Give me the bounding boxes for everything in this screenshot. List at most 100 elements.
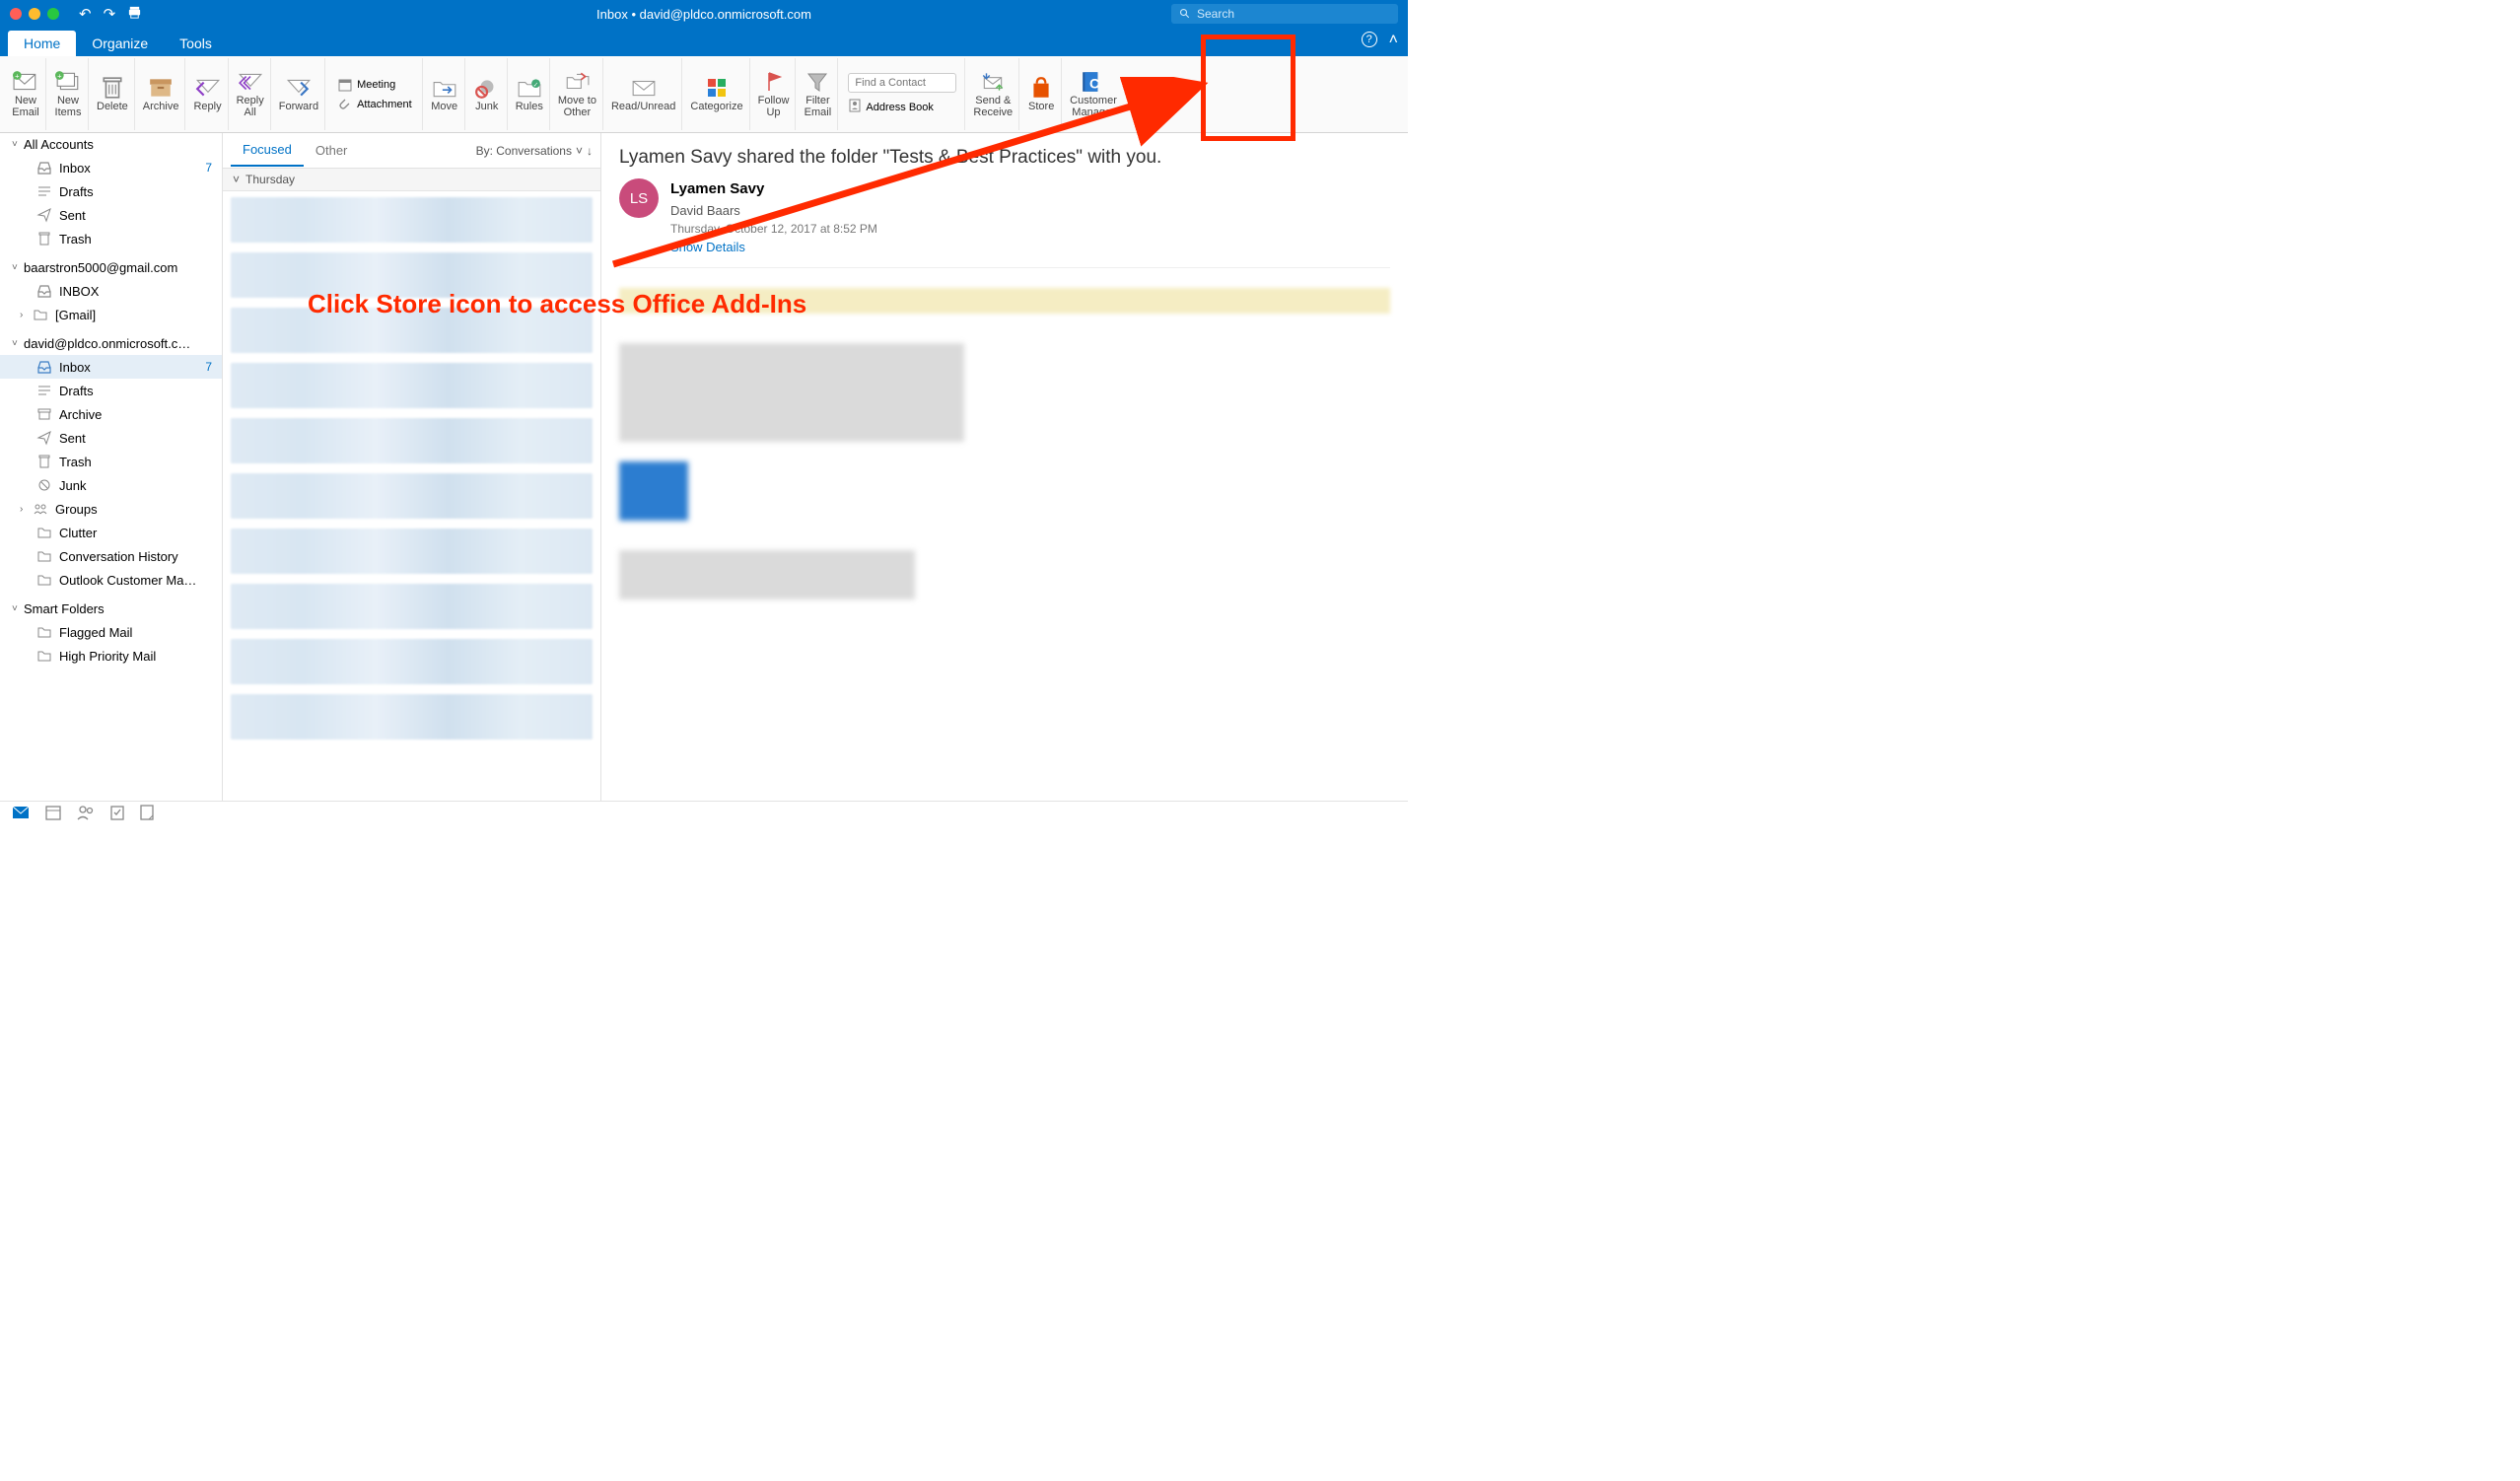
message-item[interactable] bbox=[231, 529, 593, 574]
tasks-nav-icon[interactable] bbox=[110, 805, 124, 825]
sort-dropdown[interactable]: By: Conversations ˅ ↓ bbox=[476, 144, 593, 158]
message-item[interactable] bbox=[231, 473, 593, 519]
search-box[interactable]: Search bbox=[1171, 4, 1398, 24]
tab-home[interactable]: Home bbox=[8, 31, 76, 56]
send-receive-button[interactable]: Send & Receive bbox=[967, 58, 1019, 130]
show-details-link[interactable]: Show Details bbox=[670, 238, 877, 257]
notes-nav-icon[interactable] bbox=[140, 805, 154, 825]
svg-text:✓: ✓ bbox=[533, 82, 538, 89]
customer-manager-button[interactable]: C Customer Manager bbox=[1064, 58, 1123, 130]
new-items-button[interactable]: + New Items bbox=[48, 58, 89, 130]
message-item[interactable] bbox=[231, 252, 593, 298]
sidebar-flagged-mail[interactable]: Flagged Mail bbox=[0, 620, 222, 644]
message-item[interactable] bbox=[231, 584, 593, 629]
date-group-header[interactable]: ˅Thursday bbox=[223, 169, 600, 191]
email-body bbox=[619, 288, 1390, 599]
sidebar-gmail-inbox[interactable]: INBOX bbox=[0, 279, 222, 303]
close-window-button[interactable] bbox=[10, 8, 22, 20]
sender-avatar[interactable]: LS bbox=[619, 178, 659, 218]
junk-sm-icon bbox=[35, 477, 53, 493]
undo-icon[interactable]: ↶ bbox=[79, 5, 92, 24]
delete-button[interactable]: Delete bbox=[91, 58, 135, 130]
sidebar-inbox[interactable]: Inbox7 bbox=[0, 156, 222, 179]
attachment-button[interactable]: Attachment bbox=[333, 95, 416, 114]
envelope-new-icon: + bbox=[12, 70, 39, 94]
archive-sm-icon bbox=[35, 406, 53, 422]
flag-icon bbox=[760, 70, 788, 94]
sidebar-pldco-inbox[interactable]: Inbox7 bbox=[0, 355, 222, 379]
forward-button[interactable]: Forward bbox=[273, 58, 325, 130]
other-tab[interactable]: Other bbox=[304, 135, 360, 166]
svg-text:+: + bbox=[15, 72, 20, 81]
paperclip-icon bbox=[337, 97, 353, 112]
sidebar-all-accounts[interactable]: ˅All Accounts bbox=[0, 133, 222, 156]
message-item[interactable] bbox=[231, 308, 593, 353]
new-email-button[interactable]: + New Email bbox=[6, 58, 46, 130]
sidebar-drafts[interactable]: Drafts bbox=[0, 179, 222, 203]
sidebar-pldco-groups[interactable]: ›Groups bbox=[0, 497, 222, 521]
filter-email-button[interactable]: Filter Email bbox=[798, 58, 838, 130]
meeting-attachment-group: Meeting Attachment bbox=[327, 58, 423, 130]
minimize-window-button[interactable] bbox=[29, 8, 40, 20]
message-item[interactable] bbox=[231, 694, 593, 740]
tab-organize[interactable]: Organize bbox=[76, 31, 164, 56]
address-book-button[interactable]: Address Book bbox=[848, 99, 956, 115]
focused-tab[interactable]: Focused bbox=[231, 134, 304, 167]
email-date: Thursday, October 12, 2017 at 8:52 PM bbox=[670, 220, 877, 238]
sidebar-pldco-archive[interactable]: Archive bbox=[0, 402, 222, 426]
drafts-icon bbox=[35, 383, 53, 398]
sidebar-pldco-ocm[interactable]: Outlook Customer Ma… bbox=[0, 568, 222, 592]
help-icon[interactable]: ? bbox=[1362, 32, 1377, 47]
message-item[interactable] bbox=[231, 363, 593, 408]
collapse-ribbon-icon[interactable]: ˄ bbox=[1389, 32, 1398, 49]
move-to-other-button[interactable]: Move to Other bbox=[552, 58, 603, 130]
sidebar-high-priority[interactable]: High Priority Mail bbox=[0, 644, 222, 668]
store-button[interactable]: Store bbox=[1021, 58, 1062, 130]
message-item[interactable] bbox=[231, 197, 593, 243]
trash-sm-icon bbox=[35, 231, 53, 247]
calendar-nav-icon[interactable] bbox=[45, 805, 61, 825]
follow-up-button[interactable]: Follow Up bbox=[752, 58, 797, 130]
sidebar-pldco-clutter[interactable]: Clutter bbox=[0, 521, 222, 544]
folder-icon bbox=[35, 572, 53, 588]
message-item[interactable] bbox=[231, 639, 593, 684]
read-unread-button[interactable]: Read/Unread bbox=[605, 58, 682, 130]
junk-icon bbox=[473, 76, 501, 100]
reply-all-button[interactable]: Reply All bbox=[231, 58, 271, 130]
sent-icon bbox=[35, 207, 53, 223]
people-nav-icon[interactable] bbox=[77, 805, 95, 825]
sidebar-pldco-conv-history[interactable]: Conversation History bbox=[0, 544, 222, 568]
sidebar-account-gmail[interactable]: ˅baarstron5000@gmail.com bbox=[0, 256, 222, 279]
sidebar-account-pldco[interactable]: ˅david@pldco.onmicrosoft.c… bbox=[0, 332, 222, 355]
rules-button[interactable]: ✓ Rules bbox=[510, 58, 550, 130]
sidebar-trash[interactable]: Trash bbox=[0, 227, 222, 250]
inbox-icon bbox=[35, 359, 53, 375]
sidebar-smart-folders[interactable]: ˅Smart Folders bbox=[0, 598, 222, 620]
sort-direction-icon: ↓ bbox=[587, 144, 593, 158]
sidebar-pldco-sent[interactable]: Sent bbox=[0, 426, 222, 450]
find-contact-input[interactable] bbox=[848, 73, 956, 93]
tab-tools[interactable]: Tools bbox=[164, 31, 228, 56]
search-icon bbox=[1179, 8, 1191, 20]
move-button[interactable]: Move bbox=[425, 58, 465, 130]
mail-nav-icon[interactable] bbox=[12, 806, 30, 824]
message-item[interactable] bbox=[231, 418, 593, 463]
zoom-window-button[interactable] bbox=[47, 8, 59, 20]
sidebar-pldco-drafts[interactable]: Drafts bbox=[0, 379, 222, 402]
search-placeholder: Search bbox=[1197, 7, 1234, 21]
archive-button[interactable]: Archive bbox=[137, 58, 186, 130]
sidebar-pldco-junk[interactable]: Junk bbox=[0, 473, 222, 497]
sidebar-sent[interactable]: Sent bbox=[0, 203, 222, 227]
nav-bar bbox=[0, 801, 1408, 828]
junk-button[interactable]: Junk bbox=[467, 58, 508, 130]
meeting-button[interactable]: Meeting bbox=[333, 75, 416, 95]
folder-icon bbox=[35, 648, 53, 664]
reply-button[interactable]: Reply bbox=[187, 58, 228, 130]
sidebar-pldco-trash[interactable]: Trash bbox=[0, 450, 222, 473]
print-icon[interactable] bbox=[127, 5, 142, 24]
categorize-button[interactable]: Categorize bbox=[684, 58, 749, 130]
chevron-down-icon: ˅ bbox=[576, 144, 583, 158]
recipient-name: David Baars bbox=[670, 201, 877, 221]
sidebar-gmail-folder[interactable]: ›[Gmail] bbox=[0, 303, 222, 326]
redo-icon[interactable]: ↷ bbox=[104, 5, 116, 24]
